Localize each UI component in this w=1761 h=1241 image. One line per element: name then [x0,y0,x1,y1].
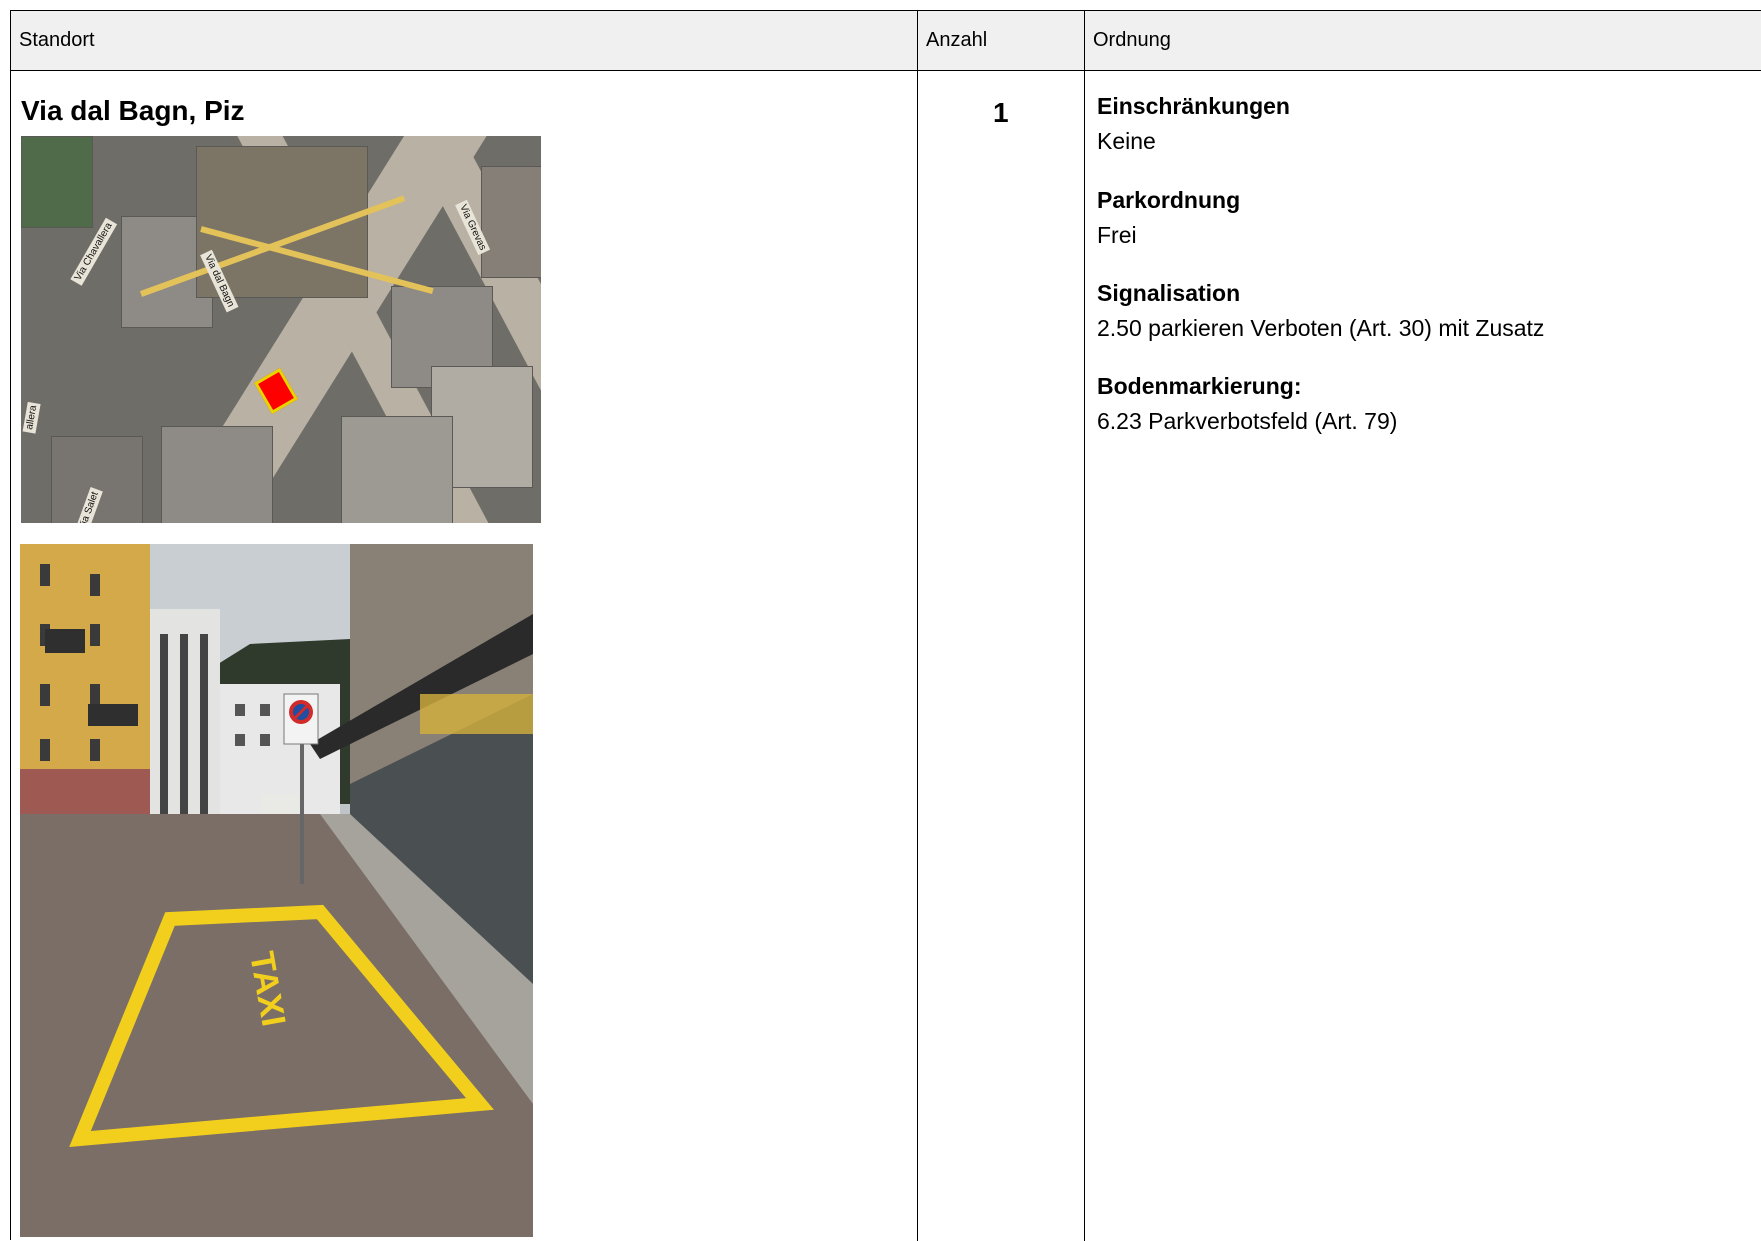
ordnung-heading: Parkordnung [1097,187,1241,213]
ordnung-heading: Signalisation [1097,280,1241,306]
location-title: Via dal Bagn, Piz [21,95,245,126]
ordnung-block-parkordnung: Parkordnung Frei [1097,187,1240,249]
ordnung-block-einschraenkungen: Einschränkungen Keine [1097,93,1290,155]
header-ordnung: Ordnung [1093,29,1171,51]
map-street-label: Via Chavallera [70,217,118,286]
parking-table: Standort Anzahl Ordnung Via dal Bagn, Pi… [10,10,1761,1241]
map-street-label: allera [22,401,41,434]
header-anzahl: Anzahl [926,29,988,51]
table-header: Standort Anzahl Ordnung [11,11,1761,71]
ordnung-block-bodenmarkierung: Bodenmarkierung: 6.23 Parkverbotsfeld (A… [1097,373,1397,435]
count-value: 1 [993,97,1009,128]
column-divider [1084,11,1085,1241]
ordnung-value: 6.23 Parkverbotsfeld (Art. 79) [1097,408,1398,434]
ordnung-value: Frei [1097,222,1137,248]
ordnung-value: 2.50 parkieren Verboten (Art. 30) mit Zu… [1097,315,1545,341]
aerial-map-image: Via Chavallera Via dal Bagn Via Grevas V… [21,136,541,523]
column-divider [917,11,918,1241]
ordnung-value: Keine [1097,128,1156,154]
ordnung-heading: Bodenmarkierung: [1097,373,1302,399]
ordnung-block-signalisation: Signalisation 2.50 parkieren Verboten (A… [1097,280,1544,342]
header-standort: Standort [19,29,95,51]
street-photo: TAXI [20,544,533,1237]
ordnung-heading: Einschränkungen [1097,93,1290,119]
